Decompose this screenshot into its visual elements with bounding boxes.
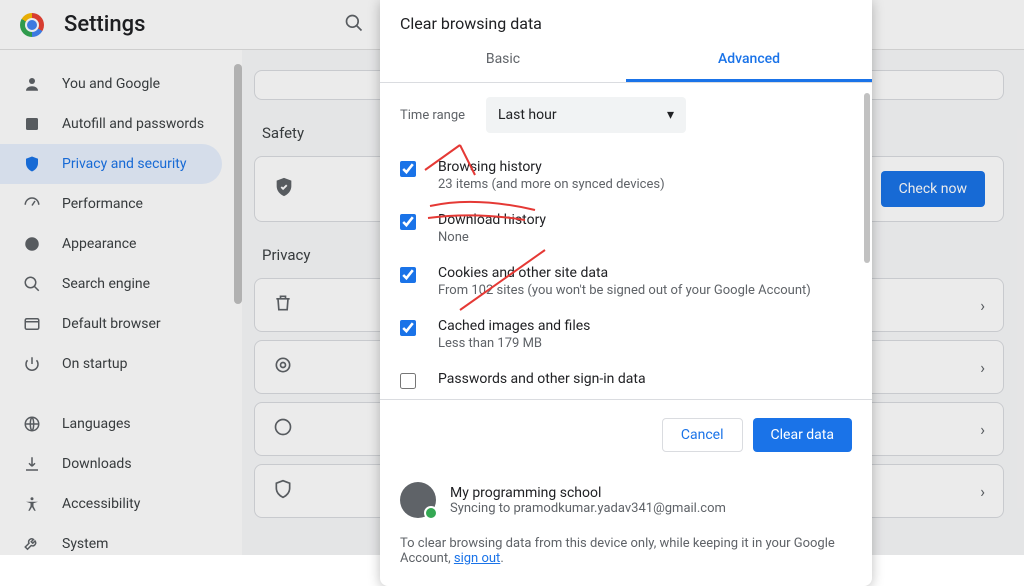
clear-data-button[interactable]: Clear data	[753, 418, 852, 452]
option-label: Browsing history	[438, 159, 665, 175]
clear-browsing-data-modal: Clear browsing data Basic Advanced Time …	[380, 0, 872, 586]
sync-badge-icon	[424, 506, 438, 520]
option-browsing-history[interactable]: Browsing history 23 items (and more on s…	[400, 149, 852, 202]
time-range-value: Last hour	[498, 107, 557, 123]
option-sublabel: From 102 sites (you won't be signed out …	[438, 283, 811, 298]
option-label: Cookies and other site data	[438, 265, 811, 281]
modal-footer: Cancel Clear data	[380, 399, 872, 470]
time-range-select[interactable]: Last hour ▾	[486, 97, 686, 133]
sign-out-link[interactable]: sign out	[454, 551, 500, 566]
avatar	[400, 482, 436, 518]
tab-advanced[interactable]: Advanced	[626, 39, 872, 82]
option-sublabel: None	[438, 230, 546, 245]
checkbox-browsing-history[interactable]	[400, 161, 416, 177]
modal-tabs: Basic Advanced	[380, 39, 872, 83]
tab-basic[interactable]: Basic	[380, 39, 626, 82]
option-label: Passwords and other sign-in data	[438, 371, 646, 387]
option-cached[interactable]: Cached images and files Less than 179 MB	[400, 308, 852, 361]
option-label: Download history	[438, 212, 546, 228]
option-cookies[interactable]: Cookies and other site data From 102 sit…	[400, 255, 852, 308]
modal-body: Time range Last hour ▾ Browsing history …	[380, 83, 872, 399]
modal-scrollbar[interactable]	[864, 93, 870, 263]
option-sublabel: 23 items (and more on synced devices)	[438, 177, 665, 192]
checkbox-cookies[interactable]	[400, 267, 416, 283]
checkbox-download-history[interactable]	[400, 214, 416, 230]
checkbox-passwords[interactable]	[400, 373, 416, 389]
option-download-history[interactable]: Download history None	[400, 202, 852, 255]
option-label: Cached images and files	[438, 318, 590, 334]
cancel-button[interactable]: Cancel	[662, 418, 743, 452]
chevron-down-icon: ▾	[667, 107, 674, 123]
option-passwords[interactable]: Passwords and other sign-in data	[400, 361, 852, 399]
sync-account-email: Syncing to pramodkumar.yadav341@gmail.co…	[450, 501, 726, 516]
option-sublabel: Less than 179 MB	[438, 336, 590, 351]
clear-note: To clear browsing data from this device …	[380, 530, 872, 586]
checkbox-cached[interactable]	[400, 320, 416, 336]
sync-info: My programming school Syncing to pramodk…	[380, 470, 872, 530]
note-text-post: .	[500, 551, 503, 566]
modal-title: Clear browsing data	[380, 0, 872, 39]
time-range-label: Time range	[400, 108, 486, 123]
sync-account-name: My programming school	[450, 485, 726, 501]
